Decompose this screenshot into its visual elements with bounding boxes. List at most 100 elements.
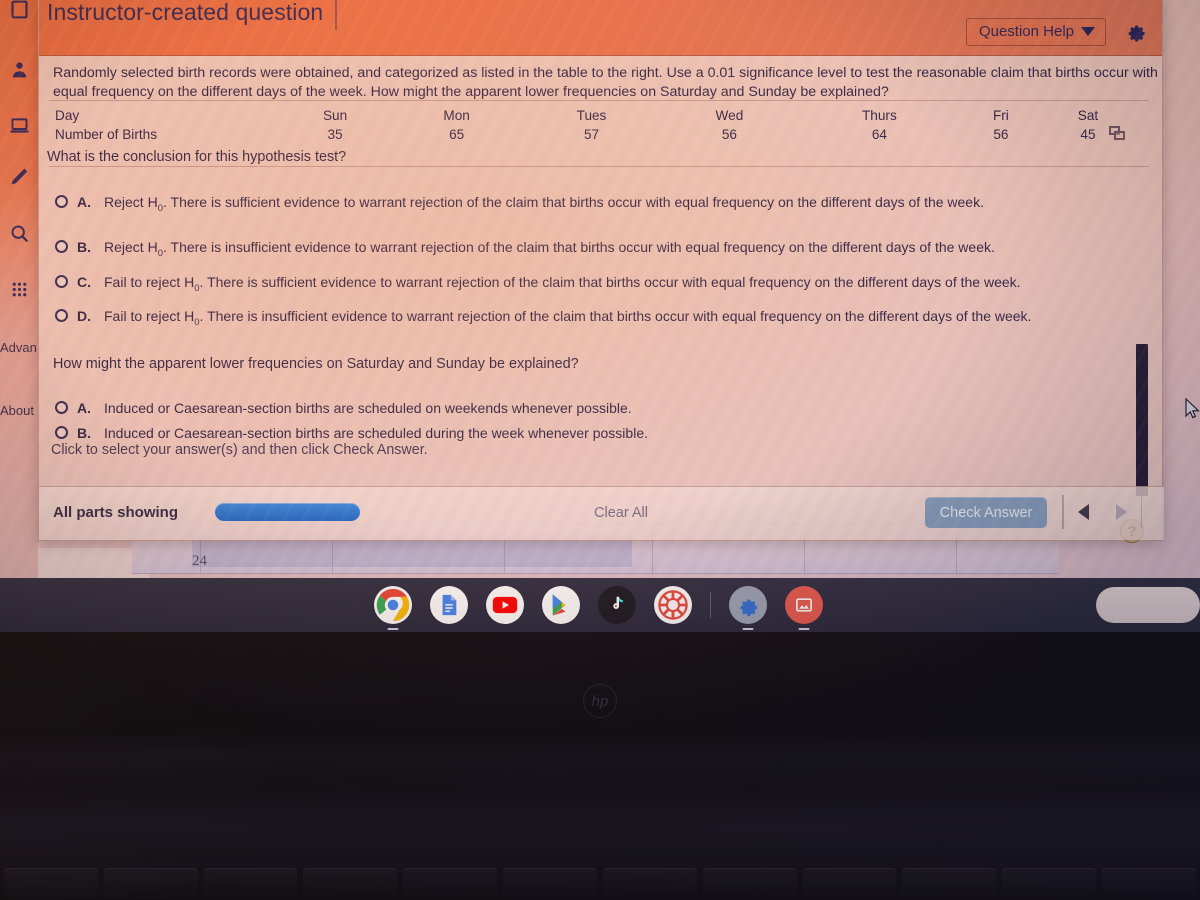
search-icon[interactable] <box>6 220 32 246</box>
part1-option-b-letter: B. <box>77 239 91 255</box>
page-title: Instructor-created question <box>43 0 338 30</box>
divider-below-table <box>49 166 1149 167</box>
background-cell-value: 24 <box>192 553 207 569</box>
radio-part1-c[interactable] <box>55 275 68 288</box>
play-store-icon[interactable] <box>542 586 580 624</box>
triangle-right-icon[interactable] <box>1116 504 1128 520</box>
youtube-icon[interactable] <box>486 586 524 624</box>
mouse-cursor <box>1185 397 1200 420</box>
part1-option-b-text: Reject H0. There is insufficient evidenc… <box>104 239 995 259</box>
pencil-icon[interactable] <box>6 163 32 189</box>
laptop-photo: 24 Advan About Instructor-created questi… <box>0 0 1200 900</box>
part2-prompt: How might the apparent lower frequencies… <box>53 356 579 372</box>
radio-part1-b[interactable] <box>55 240 68 253</box>
parts-progress-bar[interactable] <box>215 503 360 521</box>
gear-icon[interactable] <box>1124 19 1148 43</box>
system-tray[interactable] <box>1096 587 1200 623</box>
keyboard-key <box>403 868 498 898</box>
copy-icon[interactable] <box>1109 126 1125 142</box>
book-icon[interactable] <box>6 0 32 22</box>
vertical-scrollbar[interactable] <box>1136 344 1148 496</box>
table-row-label-births: Number of Births <box>55 127 157 142</box>
part2-option-a[interactable]: A. Induced or Caesarean-section births a… <box>55 400 632 417</box>
table-row-label-day: Day <box>55 108 80 123</box>
question-stem: Randomly selected birth records were obt… <box>53 65 1158 100</box>
question-help-button[interactable]: Question Help <box>965 18 1106 46</box>
part1-option-d-letter: D. <box>77 308 91 324</box>
keyboard-key <box>802 868 897 898</box>
table-cell-fri: 56 <box>993 127 1009 142</box>
part1-option-d[interactable]: D. Fail to reject H0. There is insuffici… <box>55 308 1031 331</box>
settings-icon[interactable] <box>729 586 767 630</box>
part2-option-a-text: Induced or Caesarean-section births are … <box>104 400 632 416</box>
part2-option-b-letter: B. <box>77 425 91 441</box>
check-answer-button[interactable]: Check Answer <box>925 497 1047 528</box>
rail-label-advanced[interactable]: Advan <box>0 340 40 355</box>
radio-part2-a[interactable] <box>55 401 68 414</box>
radio-part1-d[interactable] <box>55 309 68 322</box>
part2-option-b[interactable]: B. Induced or Caesarean-section births a… <box>55 425 648 442</box>
table-header-thurs: Thurs <box>862 108 897 123</box>
modal-header: Instructor-created question Question Hel… <box>39 0 1162 56</box>
apps-grid-icon[interactable] <box>6 276 32 302</box>
laptop-icon[interactable] <box>6 112 32 138</box>
table-cell-wed: 56 <box>721 127 737 142</box>
part1-option-d-text: Fail to reject H0. There is insufficient… <box>104 308 1032 328</box>
keyboard-key <box>503 868 597 898</box>
left-navigation-rail[interactable]: Advan About <box>0 0 38 578</box>
part1-option-a[interactable]: A. Reject H0. There is sufficient eviden… <box>55 194 984 217</box>
keyboard-key <box>1102 868 1196 898</box>
rail-label-about[interactable]: About <box>0 403 40 418</box>
table-header-wed: Wed <box>715 108 744 123</box>
table-cell-sun: 35 <box>327 127 343 142</box>
table-header-sat: Sat <box>1077 108 1099 123</box>
part1-option-b[interactable]: B. Reject H0. There is insufficient evid… <box>55 239 995 262</box>
chromeos-shelf <box>0 578 1200 632</box>
brand-logo: hp <box>583 684 617 718</box>
question-modal: Instructor-created question Question Hel… <box>38 0 1200 543</box>
shelf-app-list <box>374 582 823 630</box>
google-docs-icon[interactable] <box>430 586 468 624</box>
part1-option-a-letter: A. <box>77 194 91 210</box>
part1-option-c-letter: C. <box>77 274 91 290</box>
part1-option-a-text: Reject H0. There is sufficient evidence … <box>104 194 984 214</box>
birth-records-table: Day Sun Mon Tues Wed Thurs Fri Sat Numbe… <box>47 107 1137 144</box>
instruction-hint: Click to select your answer(s) and then … <box>51 442 428 458</box>
person-icon[interactable] <box>6 56 32 82</box>
clear-all-button[interactable]: Clear All <box>594 505 648 521</box>
shelf-divider <box>710 592 711 618</box>
keyboard-key <box>103 868 198 898</box>
table-header-fri: Fri <box>992 108 1009 123</box>
keyboard-key <box>303 868 398 898</box>
question-nav-group[interactable] <box>1062 495 1142 529</box>
keyboard-key <box>702 868 797 898</box>
keyboard-key <box>203 868 298 898</box>
triangle-left-icon[interactable] <box>1077 504 1089 520</box>
gallery-icon[interactable] <box>785 586 823 630</box>
part2-option-b-text: Induced or Caesarean-section births are … <box>104 425 648 441</box>
poker-chip-icon[interactable] <box>654 586 692 624</box>
keyboard-row <box>0 868 1200 900</box>
modal-body: Randomly selected birth records were obt… <box>39 56 1200 543</box>
keyboard-key <box>4 868 98 898</box>
table-cell-mon: 65 <box>449 127 465 142</box>
divider-top <box>49 100 1149 101</box>
radio-part2-b[interactable] <box>55 426 68 439</box>
part1-option-c[interactable]: C. Fail to reject H0. There is sufficien… <box>55 274 1021 297</box>
keyboard-key <box>1002 868 1097 898</box>
radio-part1-a[interactable] <box>55 195 68 208</box>
tiktok-icon[interactable] <box>598 586 636 624</box>
chrome-icon[interactable] <box>374 586 412 630</box>
table-header-tues: Tues <box>576 108 607 123</box>
table-cell-thurs: 64 <box>871 127 887 142</box>
table-header-sun: Sun <box>322 108 348 123</box>
all-parts-showing-label: All parts showing <box>53 504 179 521</box>
part1-prompt: What is the conclusion for this hypothes… <box>47 149 347 165</box>
keyboard-key <box>602 868 697 898</box>
laptop-screen: 24 Advan About Instructor-created questi… <box>0 0 1200 632</box>
modal-footer: All parts showing Clear All Check Answer <box>39 486 1164 540</box>
laptop-body: hp <box>0 632 1200 900</box>
chevron-down-icon <box>1081 27 1095 36</box>
question-help-label: Question Help <box>978 23 1074 40</box>
keyboard-key <box>902 868 997 898</box>
